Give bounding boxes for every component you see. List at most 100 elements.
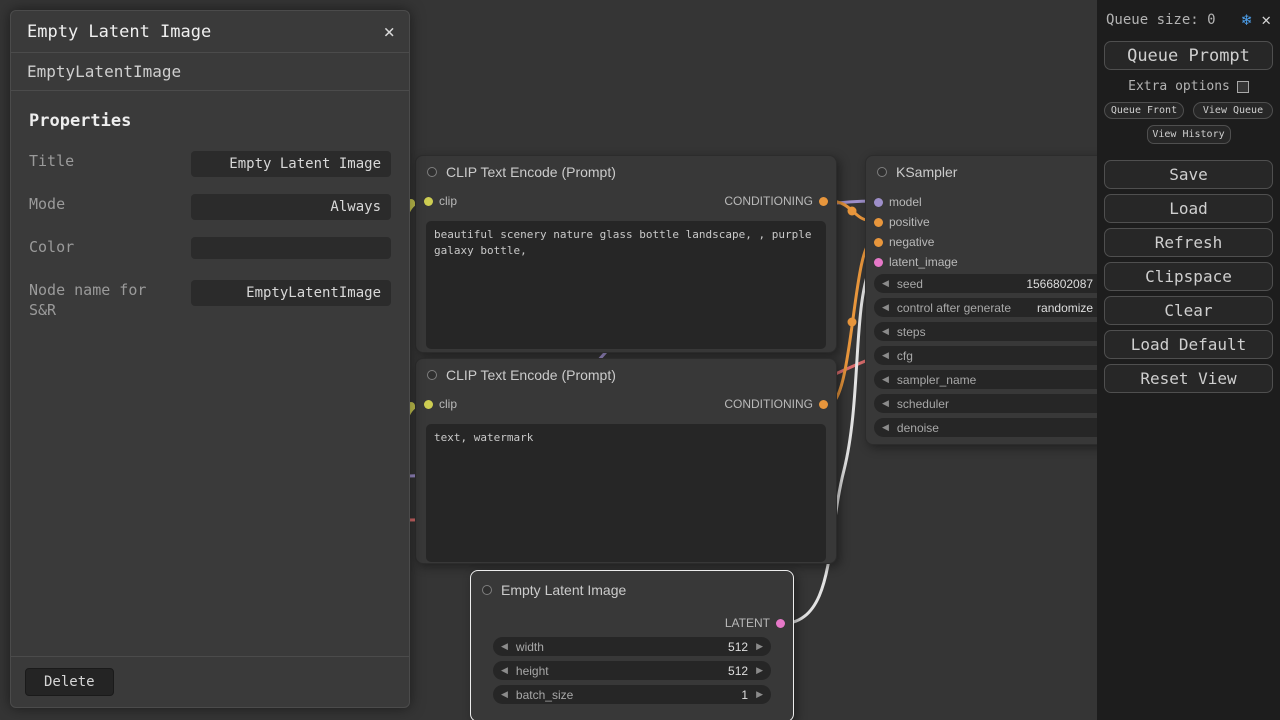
- widget-label: scheduler: [897, 397, 949, 411]
- slot-label: clip: [439, 194, 457, 208]
- queue-prompt-button[interactable]: Queue Prompt: [1104, 41, 1273, 70]
- scheduler-widget[interactable]: ◀ scheduler ▶: [874, 394, 1116, 413]
- widget-label: width: [516, 640, 544, 654]
- node-type-label: EmptyLatentImage: [11, 53, 409, 91]
- slot-label: CONDITIONING: [724, 397, 813, 411]
- steps-widget[interactable]: ◀ steps ▶: [874, 322, 1116, 341]
- save-button[interactable]: Save: [1104, 160, 1273, 189]
- slot-label: negative: [889, 235, 934, 249]
- decrement-icon[interactable]: ◀: [501, 661, 508, 680]
- extra-options-checkbox[interactable]: [1237, 81, 1249, 93]
- slot-label: LATENT: [725, 616, 770, 630]
- collapse-dot[interactable]: [427, 167, 437, 177]
- node-title-bar[interactable]: CLIP Text Encode (Prompt): [416, 359, 836, 391]
- properties-panel: Empty Latent Image × EmptyLatentImage Pr…: [10, 10, 410, 708]
- property-label: Mode: [29, 194, 179, 214]
- increment-icon[interactable]: ▶: [756, 637, 763, 656]
- load-button[interactable]: Load: [1104, 194, 1273, 223]
- close-icon[interactable]: ×: [384, 21, 395, 43]
- collapse-dot[interactable]: [877, 167, 887, 177]
- clipspace-button[interactable]: Clipspace: [1104, 262, 1273, 291]
- conditioning-output-slot[interactable]: CONDITIONING: [724, 194, 828, 208]
- node-title-bar[interactable]: CLIP Text Encode (Prompt): [416, 156, 836, 188]
- seed-widget[interactable]: ◀ seed 1566802087 ▶: [874, 274, 1116, 293]
- clear-button[interactable]: Clear: [1104, 296, 1273, 325]
- slot-label: positive: [889, 215, 930, 229]
- node-ksampler[interactable]: KSampler model positive negative latent_…: [865, 155, 1125, 445]
- property-row-mode: Mode Always: [29, 194, 391, 220]
- prop-input-title[interactable]: Empty Latent Image: [191, 151, 391, 177]
- height-widget[interactable]: ◀ height 512 ▶: [493, 661, 771, 680]
- extra-options-label: Extra options: [1128, 79, 1230, 94]
- reset-view-button[interactable]: Reset View: [1104, 364, 1273, 393]
- model-input-slot[interactable]: model: [874, 195, 922, 209]
- collapse-dot[interactable]: [482, 585, 492, 595]
- model-input-port[interactable]: [874, 198, 883, 207]
- load-default-button[interactable]: Load Default: [1104, 330, 1273, 359]
- increment-icon[interactable]: ▶: [756, 661, 763, 680]
- width-widget[interactable]: ◀ width 512 ▶: [493, 637, 771, 656]
- negative-prompt-textarea[interactable]: text, watermark: [426, 424, 826, 562]
- widget-label: cfg: [897, 349, 913, 363]
- property-row-title: Title Empty Latent Image: [29, 151, 391, 177]
- positive-prompt-textarea[interactable]: beautiful scenery nature glass bottle la…: [426, 221, 826, 349]
- positive-input-port[interactable]: [874, 218, 883, 227]
- comfy-menu: Queue size: 0 ❄ ✕ Queue Prompt Extra opt…: [1097, 0, 1280, 720]
- conditioning-output-port[interactable]: [819, 197, 828, 206]
- widget-value: randomize: [1037, 301, 1093, 315]
- node-empty-latent-image[interactable]: Empty Latent Image LATENT ◀ width 512 ▶ …: [470, 570, 794, 720]
- slot-label: latent_image: [889, 255, 958, 269]
- decrement-icon[interactable]: ◀: [501, 637, 508, 656]
- decrement-icon[interactable]: ◀: [882, 322, 889, 341]
- decrement-icon[interactable]: ◀: [882, 346, 889, 365]
- sampler-name-widget[interactable]: ◀ sampler_name ▶: [874, 370, 1116, 389]
- negative-input-port[interactable]: [874, 238, 883, 247]
- prop-input-mode[interactable]: Always: [191, 194, 391, 220]
- clip-input-slot[interactable]: clip: [424, 194, 457, 208]
- snowflake-icon[interactable]: ❄: [1242, 10, 1252, 29]
- node-clip-text-encode-positive[interactable]: CLIP Text Encode (Prompt) clip CONDITION…: [415, 155, 837, 353]
- negative-input-slot[interactable]: negative: [874, 235, 934, 249]
- prop-input-node-name[interactable]: EmptyLatentImage: [191, 280, 391, 306]
- slot-label: CONDITIONING: [724, 194, 813, 208]
- increment-icon[interactable]: ▶: [756, 685, 763, 704]
- close-icon[interactable]: ✕: [1261, 10, 1271, 29]
- conditioning-output-slot[interactable]: CONDITIONING: [724, 397, 828, 411]
- control-after-generate-widget[interactable]: ◀ control after generate randomize ▶: [874, 298, 1116, 317]
- prop-input-color[interactable]: [191, 237, 391, 259]
- refresh-button[interactable]: Refresh: [1104, 228, 1273, 257]
- latent-output-slot[interactable]: LATENT: [725, 616, 785, 630]
- decrement-icon[interactable]: ◀: [882, 418, 889, 437]
- decrement-icon[interactable]: ◀: [882, 370, 889, 389]
- latent-output-port[interactable]: [776, 619, 785, 628]
- queue-front-button[interactable]: Queue Front: [1104, 102, 1184, 119]
- panel-title: Empty Latent Image: [27, 22, 211, 42]
- delete-button[interactable]: Delete: [25, 668, 114, 696]
- latent-image-input-slot[interactable]: latent_image: [874, 255, 958, 269]
- decrement-icon[interactable]: ◀: [501, 685, 508, 704]
- node-title: KSampler: [896, 164, 957, 180]
- clip-input-port[interactable]: [424, 197, 433, 206]
- node-clip-text-encode-negative[interactable]: CLIP Text Encode (Prompt) clip CONDITION…: [415, 358, 837, 564]
- conditioning-output-port[interactable]: [819, 400, 828, 409]
- widget-label: steps: [897, 325, 926, 339]
- positive-input-slot[interactable]: positive: [874, 215, 930, 229]
- property-label: Title: [29, 151, 179, 171]
- node-title-bar[interactable]: Empty Latent Image: [471, 571, 793, 609]
- widget-value: 1: [741, 688, 748, 702]
- clip-input-slot[interactable]: clip: [424, 397, 457, 411]
- denoise-widget[interactable]: ◀ denoise ▶: [874, 418, 1116, 437]
- property-label: Color: [29, 237, 179, 257]
- batch-size-widget[interactable]: ◀ batch_size 1 ▶: [493, 685, 771, 704]
- properties-heading: Properties: [29, 111, 391, 131]
- view-history-button[interactable]: View History: [1147, 125, 1231, 144]
- decrement-icon[interactable]: ◀: [882, 274, 889, 293]
- cfg-widget[interactable]: ◀ cfg ▶: [874, 346, 1116, 365]
- latent-image-input-port[interactable]: [874, 258, 883, 267]
- collapse-dot[interactable]: [427, 370, 437, 380]
- node-title-bar[interactable]: KSampler: [866, 156, 1124, 188]
- decrement-icon[interactable]: ◀: [882, 298, 889, 317]
- decrement-icon[interactable]: ◀: [882, 394, 889, 413]
- clip-input-port[interactable]: [424, 400, 433, 409]
- view-queue-button[interactable]: View Queue: [1193, 102, 1273, 119]
